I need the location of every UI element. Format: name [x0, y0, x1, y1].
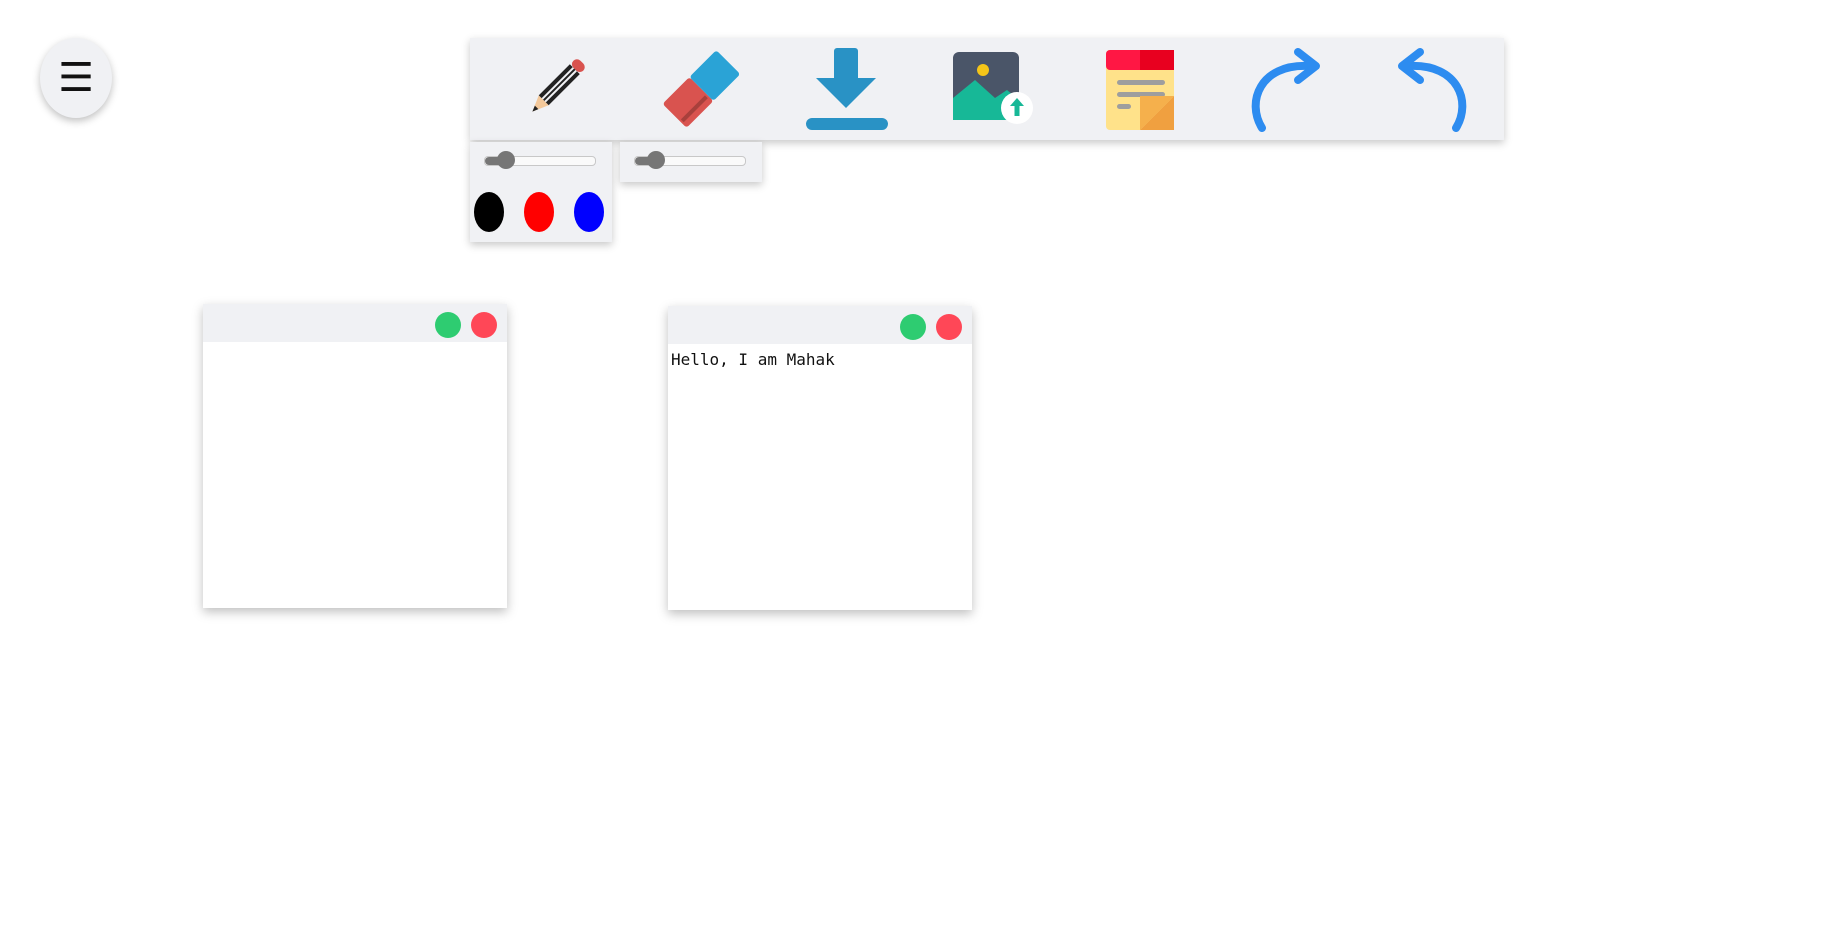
sticky-note-header[interactable] [668, 306, 972, 344]
eraser-icon [663, 51, 740, 127]
minimize-button[interactable] [435, 312, 461, 338]
hamburger-icon: ☰ [58, 55, 94, 101]
sticky-note-header[interactable] [203, 304, 507, 342]
close-button[interactable] [471, 312, 497, 338]
toolbar [470, 38, 1504, 140]
close-button[interactable] [936, 314, 962, 340]
undo-icon [1398, 48, 1467, 132]
slider-thumb[interactable] [647, 151, 665, 169]
sticky-note-icon [1106, 50, 1174, 130]
download-icon [806, 48, 888, 130]
download-button[interactable] [800, 46, 890, 132]
pencil-tool-button[interactable] [510, 46, 600, 132]
redo-button[interactable] [1240, 46, 1330, 132]
upload-image-button[interactable] [945, 46, 1035, 132]
image-upload-icon [953, 52, 1033, 124]
eraser-options-panel [620, 142, 762, 182]
menu-button[interactable]: ☰ [40, 38, 112, 118]
color-swatch-blue[interactable] [574, 192, 604, 232]
eraser-size-slider[interactable] [634, 151, 746, 169]
pencil-icon [532, 59, 585, 112]
eraser-tool-button[interactable] [655, 46, 745, 132]
sticky-note-text[interactable] [203, 344, 507, 608]
color-swatch-black[interactable] [474, 192, 504, 232]
undo-button[interactable] [1388, 46, 1478, 132]
sticky-note-button[interactable] [1095, 46, 1185, 132]
slider-thumb[interactable] [497, 151, 515, 169]
minimize-button[interactable] [900, 314, 926, 340]
color-swatch-red[interactable] [524, 192, 554, 232]
sticky-note[interactable]: Hello, I am Mahak [668, 306, 972, 610]
sticky-note[interactable] [203, 304, 507, 608]
sticky-note-text[interactable]: Hello, I am Mahak [668, 346, 972, 610]
redo-icon [1251, 48, 1320, 132]
pencil-size-slider[interactable] [484, 151, 596, 169]
pencil-options-panel [470, 142, 612, 242]
